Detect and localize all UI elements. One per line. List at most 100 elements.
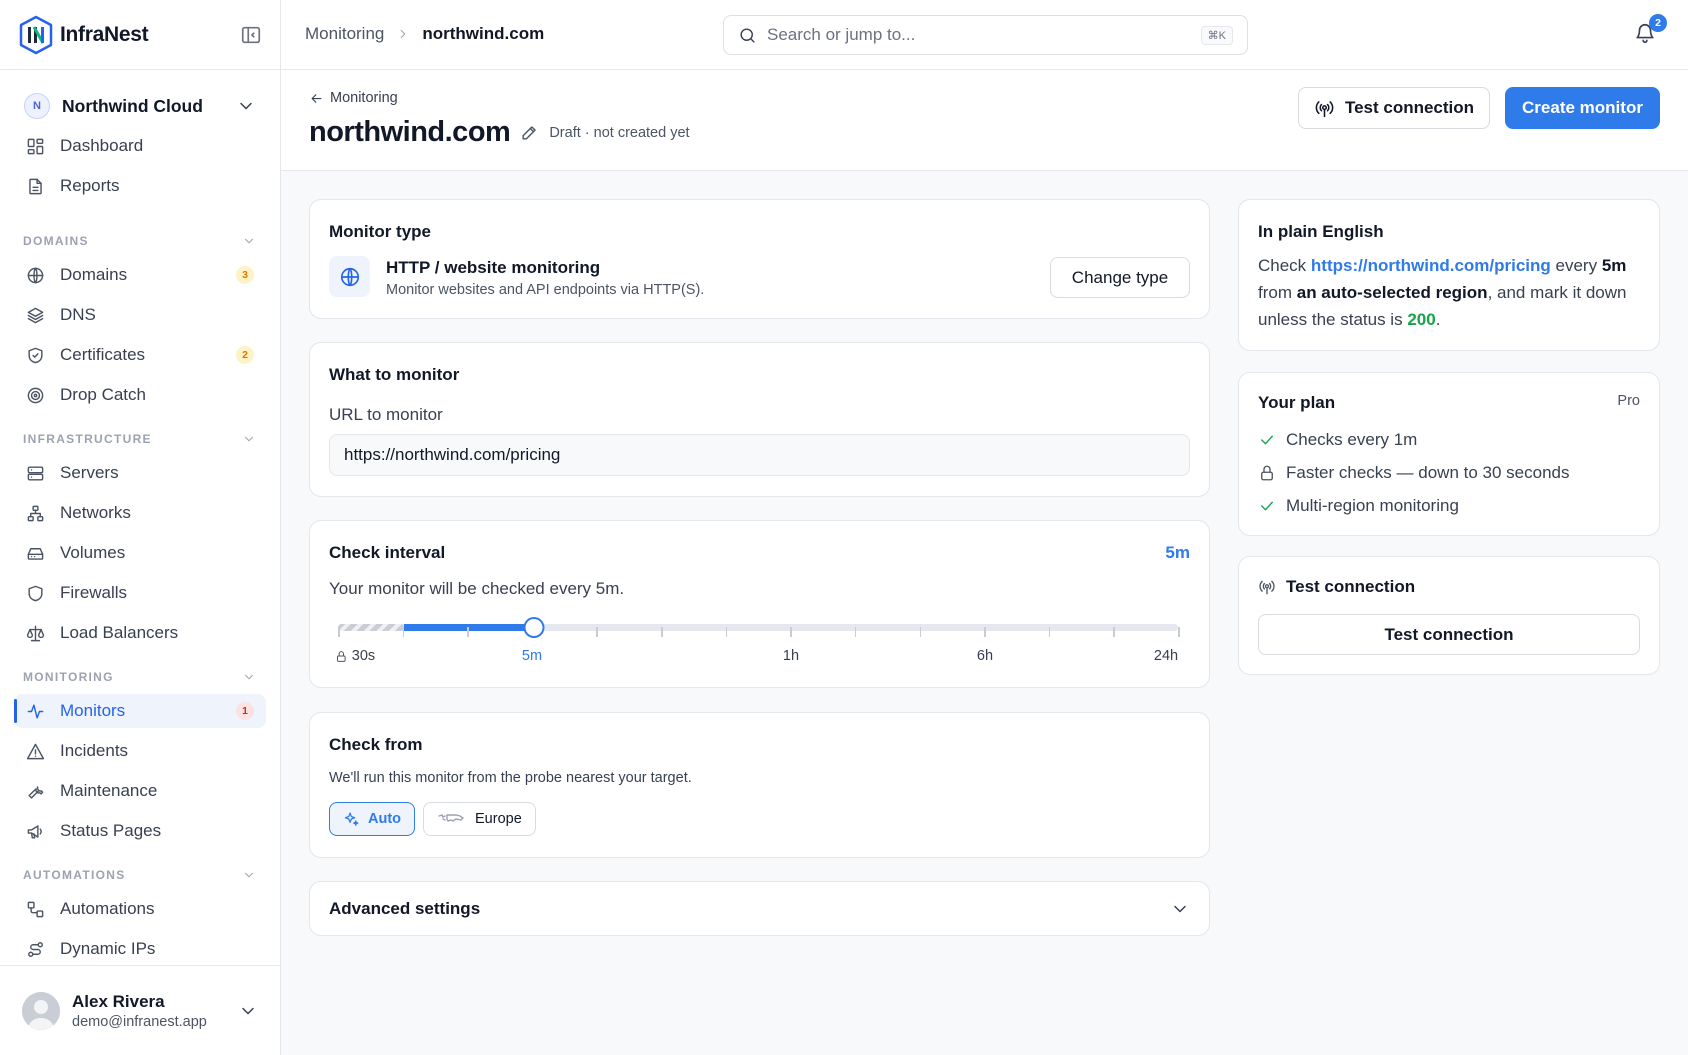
slider-handle[interactable] (523, 617, 545, 638)
chevron-down-icon (244, 674, 254, 680)
sidebar-item-firewalls[interactable]: Firewalls (14, 576, 266, 610)
tick-label-text: 30s (351, 648, 376, 664)
pencil-icon[interactable] (520, 123, 539, 142)
plan-feature-text: Checks every 1m (1286, 430, 1418, 449)
sidebar-item-networks[interactable]: Networks (14, 496, 266, 530)
card-title: What to monitor (329, 365, 460, 384)
region-chip-auto[interactable]: Auto (329, 802, 416, 836)
sidebar-item-servers[interactable]: Servers (14, 456, 266, 490)
megaphone-icon (27, 824, 42, 839)
slider-tick (725, 627, 728, 637)
check-icon (1261, 435, 1273, 445)
org-switcher[interactable]: N Northwind Cloud (0, 78, 280, 134)
test-connection-button[interactable]: Test connection (1298, 87, 1490, 129)
card-title: Monitor type (329, 222, 431, 241)
card-title: Your plan (1258, 393, 1336, 412)
slider-tick (919, 627, 922, 637)
summary-text: . (1435, 310, 1441, 329)
create-monitor-button[interactable]: Create monitor (1505, 87, 1660, 129)
sidebar-item-drop-catch[interactable]: Drop Catch (14, 378, 266, 412)
section-label: MONITORING (23, 670, 114, 684)
slider-tick (402, 627, 405, 637)
back-link-label: Monitoring (330, 90, 398, 106)
slider-tick (467, 627, 469, 637)
chevron-down-icon (1174, 905, 1186, 913)
advanced-settings-card[interactable]: Advanced settings (309, 881, 1210, 936)
activity-icon (27, 703, 44, 719)
org-name: Northwind Cloud (62, 95, 203, 116)
sidebar-item-label: Maintenance (60, 781, 158, 800)
sidebar-item-label: Firewalls (60, 583, 128, 602)
section-domains[interactable]: DOMAINS (23, 231, 256, 251)
notifications-button[interactable]: 2 (1634, 14, 1667, 46)
plan-card: Your plan Pro Checks every 1m Faster che… (1238, 372, 1660, 536)
sidebar-item-reports[interactable]: Reports (14, 169, 266, 203)
sidebar-item-label: Networks (60, 503, 131, 522)
layers-icon (27, 307, 44, 323)
sidebar-item-domains[interactable]: Domains 3 (14, 258, 266, 292)
slider-tick (338, 627, 340, 637)
slider-tick (790, 627, 792, 637)
search-input[interactable]: Search or jump to... (767, 25, 1201, 45)
scale-icon (26, 625, 45, 641)
change-type-button[interactable]: Change type (1050, 257, 1190, 298)
summary-url-link[interactable]: https://northwind.com/pricing (1311, 256, 1551, 275)
region-chip-europe[interactable]: Europe (423, 802, 536, 836)
draft-status: Draft · not created yet (549, 124, 690, 141)
sidebar-item-dns[interactable]: DNS (14, 298, 266, 332)
card-title: Test connection (1286, 577, 1416, 596)
shield-check-icon (28, 347, 43, 363)
sidebar-item-label: Certificates (60, 345, 146, 364)
page-header: Monitoring northwind.com Draft · not cre… (281, 70, 1688, 171)
search-icon (740, 27, 755, 43)
sidebar-item-volumes[interactable]: Volumes (14, 536, 266, 570)
route-icon (28, 941, 43, 957)
url-input[interactable]: https://northwind.com/pricing (329, 434, 1190, 476)
sidebar-item-label: Reports (60, 176, 120, 195)
slider-tick (854, 627, 857, 637)
brand-name: InfraNest (60, 22, 149, 46)
section-monitoring[interactable]: MONITORING (23, 667, 256, 687)
sidebar-item-maintenance[interactable]: Maintenance (14, 774, 266, 808)
check-from-card: Check from We'll run this monitor from t… (309, 712, 1210, 858)
section-automations[interactable]: AUTOMATIONS (23, 865, 256, 885)
sparkles-icon (344, 811, 359, 826)
summary-region: an auto-selected region (1296, 283, 1488, 302)
create-monitor-label: Create monitor (1522, 98, 1643, 117)
chevron-down-icon (244, 238, 254, 244)
search-bar[interactable]: Search or jump to... ⌘K (723, 15, 1248, 55)
user-menu[interactable]: Alex Rivera demo@infranest.app (0, 965, 280, 1055)
arrow-left-icon (311, 93, 322, 103)
sidebar-collapse-icon[interactable] (240, 24, 262, 46)
sidebar-item-incidents[interactable]: Incidents (14, 734, 266, 768)
interval-slider[interactable]: 30s 5m 1h 6h 24h (337, 521, 1180, 681)
slider-tick (1048, 627, 1051, 637)
back-link[interactable]: Monitoring (309, 90, 398, 106)
section-label: AUTOMATIONS (23, 868, 126, 882)
sidebar-item-certificates[interactable]: Certificates 2 (14, 338, 266, 372)
section-infrastructure[interactable]: INFRASTRUCTURE (23, 429, 256, 449)
plan-feature-text: Faster checks — down to 30 seconds (1286, 463, 1570, 482)
sidebar-item-monitors[interactable]: Monitors 1 (14, 694, 266, 728)
sidebar-item-automations[interactable]: Automations (14, 892, 266, 926)
sidebar-item-label: Volumes (60, 543, 126, 562)
breadcrumb-monitoring[interactable]: Monitoring (305, 24, 384, 44)
sidebar-item-label: Dynamic IPs (60, 939, 156, 958)
plan-feature: Faster checks — down to 30 seconds (1258, 463, 1569, 483)
monitor-type-name: HTTP / website monitoring (386, 258, 601, 277)
summary-status-code: 200 (1407, 310, 1436, 329)
sidebar-item-status-pages[interactable]: Status Pages (14, 814, 266, 848)
server-icon (27, 465, 44, 481)
section-label: DOMAINS (23, 234, 89, 248)
page-title-row: northwind.com Draft · not created yet (309, 116, 690, 149)
tick-label-6h: 6h (976, 648, 994, 664)
wrench-icon (28, 785, 44, 799)
sidebar-item-load-balancers[interactable]: Load Balancers (14, 616, 266, 650)
chevron-down-icon (244, 436, 254, 442)
sidebar-item-dashboard[interactable]: Dashboard (14, 129, 266, 163)
test-connection-panel-button[interactable]: Test connection (1258, 614, 1640, 655)
summary-interval: 5m (1601, 256, 1627, 275)
sidebar-item-dynamic-ips[interactable]: Dynamic IPs (14, 932, 266, 966)
chevron-right-icon (401, 29, 406, 39)
chip-label: Auto (368, 811, 402, 827)
